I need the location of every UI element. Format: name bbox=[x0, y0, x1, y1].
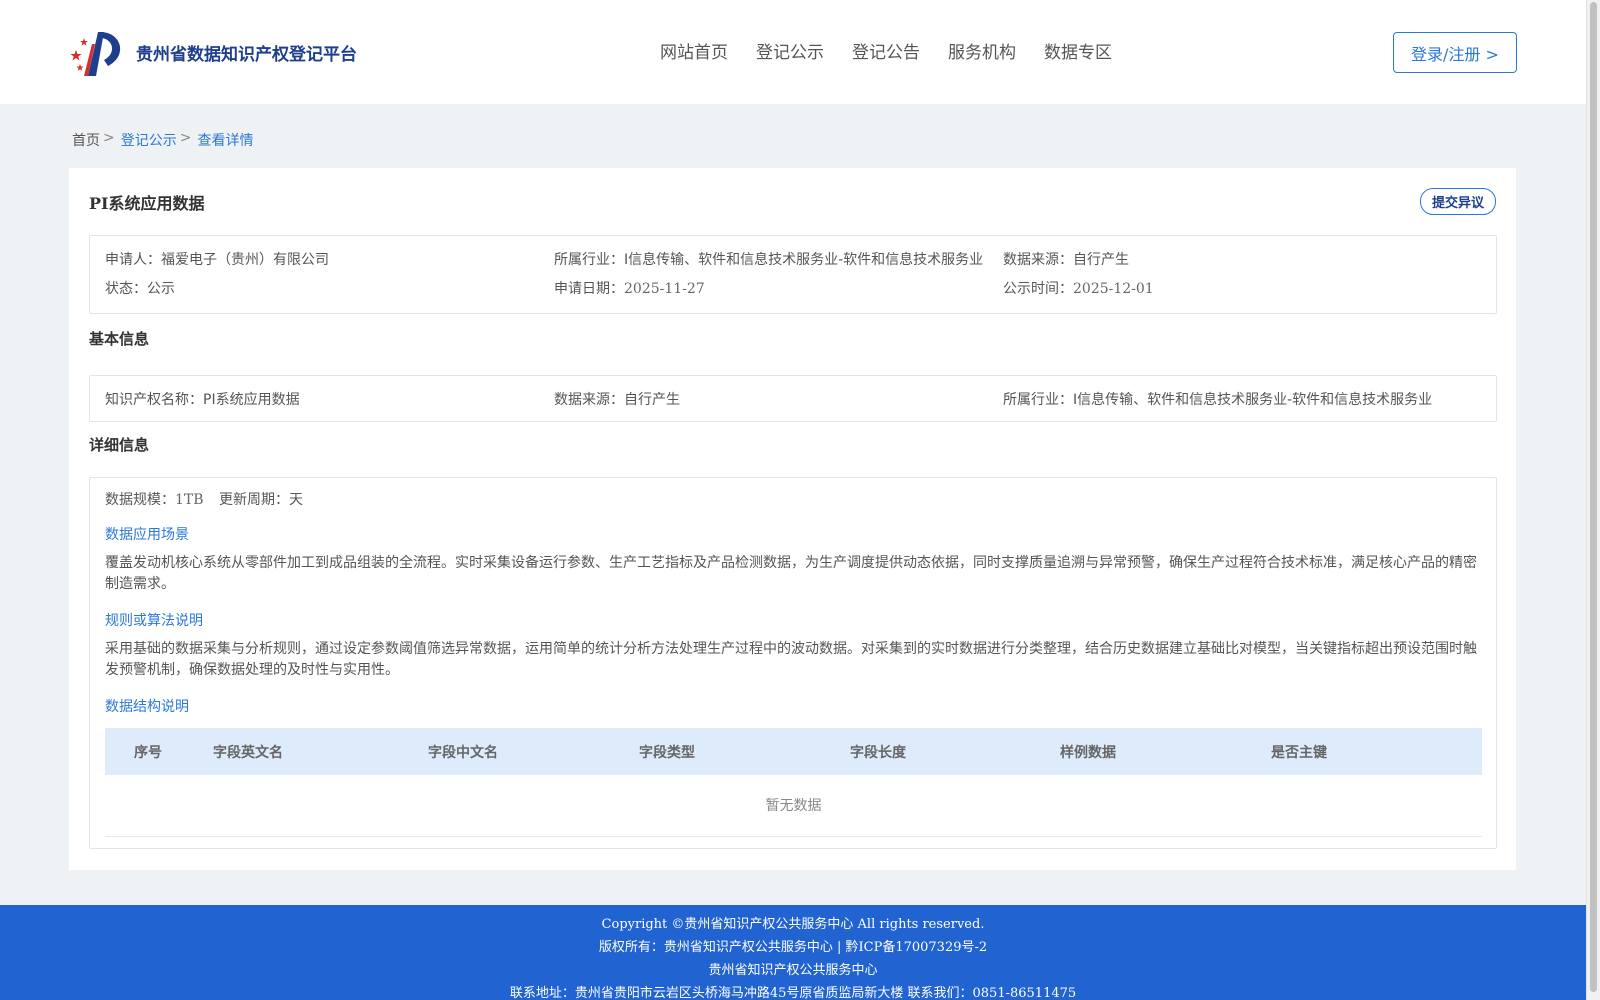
th-field-length: 字段长度 bbox=[850, 744, 906, 761]
basic-industry-value: I信息传输、软件和信息技术服务业-软件和信息技术服务业 bbox=[1073, 392, 1433, 408]
breadcrumb-current: 查看详情 bbox=[197, 133, 254, 149]
th-field-type: 字段类型 bbox=[639, 744, 695, 761]
nav-registration-publicity[interactable]: 登记公示 bbox=[756, 38, 824, 63]
breadcrumb-separator: > bbox=[103, 130, 115, 146]
structure-table-header: 序号 字段英文名 字段中文名 字段类型 字段长度 样例数据 是否主键 bbox=[105, 728, 1482, 775]
ip-name-field: 知识产权名称：PI系统应用数据 bbox=[105, 389, 300, 409]
publish-date-value: 2025-12-01 bbox=[1073, 281, 1154, 297]
site-header: 贵州省数据知识产权登记平台 网站首页 登记公示 登记公告 服务机构 数据专区 登… bbox=[0, 0, 1586, 104]
th-primary-key: 是否主键 bbox=[1271, 744, 1327, 761]
applicant-label: 申请人： bbox=[105, 252, 161, 268]
status-value: 公示 bbox=[147, 281, 175, 297]
footer-owner: 版权所有：贵州省知识产权公共服务中心 | 黔ICP备17007329号-2 bbox=[598, 940, 988, 955]
breadcrumb-publicity[interactable]: 登记公示 bbox=[121, 130, 177, 150]
table-empty-state: 暂无数据 bbox=[105, 775, 1482, 837]
login-register-button[interactable]: 登录/注册 > bbox=[1393, 32, 1517, 73]
status-label: 状态： bbox=[105, 281, 147, 297]
cycle-field: 更新周期：天 bbox=[219, 489, 303, 509]
publish-date-label: 公示时间： bbox=[1003, 281, 1073, 297]
summary-box: 申请人：福爱电子（贵州）有限公司 所属行业：I信息传输、软件和信息技术服务业-软… bbox=[89, 235, 1497, 314]
industry-value: I信息传输、软件和信息技术服务业-软件和信息技术服务业 bbox=[624, 252, 984, 268]
breadcrumb: 首页 > 登记公示 > 查看详情 bbox=[72, 130, 253, 150]
footer-contact: 联系地址：贵州省贵阳市云岩区头桥海马冲路45号原省质监局新大楼 联系我们：085… bbox=[509, 986, 1077, 1000]
basic-info-box: 知识产权名称：PI系统应用数据 数据来源：自行产生 所属行业：I信息传输、软件和… bbox=[89, 375, 1497, 422]
th-field-en: 字段英文名 bbox=[213, 744, 283, 761]
breadcrumb-separator: > bbox=[179, 130, 192, 146]
page-scrollbar[interactable] bbox=[1586, 0, 1600, 1000]
nav-service-agencies[interactable]: 服务机构 bbox=[948, 38, 1016, 63]
ip-name-value: PI系统应用数据 bbox=[203, 392, 300, 408]
industry-field: 所属行业：I信息传输、软件和信息技术服务业-软件和信息技术服务业 bbox=[554, 249, 983, 269]
rules-title: 规则或算法说明 bbox=[105, 613, 203, 629]
scenario-text: 覆盖发动机核心系统从零部件加工到成品组装的全流程。实时采集设备运行参数、生产工艺… bbox=[105, 555, 1477, 592]
ip-name-label: 知识产权名称： bbox=[105, 392, 203, 408]
basic-info-title: 基本信息 bbox=[89, 330, 150, 348]
submit-objection-button[interactable]: 提交异议 bbox=[1420, 188, 1496, 215]
detail-info-title: 详细信息 bbox=[89, 436, 150, 454]
breadcrumb-home[interactable]: 首页 bbox=[72, 130, 100, 150]
cycle-value: 天 bbox=[289, 492, 303, 508]
scale-value: 1TB bbox=[175, 492, 204, 508]
th-sample: 样例数据 bbox=[1060, 744, 1116, 761]
site-footer: Copyright ©贵州省知识产权公共服务中心 All rights rese… bbox=[0, 905, 1586, 1000]
th-field-cn: 字段中文名 bbox=[428, 744, 498, 761]
scale-field: 数据规模：1TB bbox=[105, 489, 204, 509]
source-value: 自行产生 bbox=[1073, 252, 1129, 268]
basic-industry-field: 所属行业：I信息传输、软件和信息技术服务业-软件和信息技术服务业 bbox=[1003, 389, 1432, 409]
publish-date-field: 公示时间：2025-12-01 bbox=[1003, 278, 1154, 298]
scrollbar-thumb[interactable] bbox=[1590, 2, 1597, 992]
detail-info-box: 数据规模：1TB 更新周期：天 数据应用场景 覆盖发动机核心系统从零部件加工到成… bbox=[89, 477, 1497, 849]
basic-industry-label: 所属行业： bbox=[1003, 392, 1073, 408]
site-logo[interactable]: 贵州省数据知识产权登记平台 bbox=[70, 26, 357, 78]
site-title: 贵州省数据知识产权登记平台 bbox=[136, 44, 357, 65]
apply-date-value: 2025-11-27 bbox=[624, 281, 705, 297]
basic-source-label: 数据来源： bbox=[554, 392, 624, 408]
source-label: 数据来源： bbox=[1003, 252, 1073, 268]
source-field: 数据来源：自行产生 bbox=[1003, 249, 1129, 269]
nav-home[interactable]: 网站首页 bbox=[660, 38, 728, 63]
scale-label: 数据规模： bbox=[105, 492, 175, 508]
detail-card: PI系统应用数据 提交异议 申请人：福爱电子（贵州）有限公司 所属行业：I信息传… bbox=[69, 168, 1516, 870]
page-title: PI系统应用数据 bbox=[89, 194, 205, 213]
apply-date-field: 申请日期：2025-11-27 bbox=[554, 278, 705, 298]
basic-source-field: 数据来源：自行产生 bbox=[554, 389, 680, 409]
scenario-title: 数据应用场景 bbox=[105, 527, 189, 543]
applicant-value: 福爱电子（贵州）有限公司 bbox=[161, 252, 329, 268]
nav-registration-announcement[interactable]: 登记公告 bbox=[852, 38, 920, 63]
main-nav: 网站首页 登记公示 登记公告 服务机构 数据专区 bbox=[660, 38, 1140, 63]
structure-title: 数据结构说明 bbox=[105, 699, 189, 715]
footer-org: 贵州省知识产权公共服务中心 bbox=[708, 963, 878, 978]
industry-label: 所属行业： bbox=[554, 252, 624, 268]
ip-logo-icon bbox=[70, 32, 121, 76]
footer-copyright: Copyright ©贵州省知识产权公共服务中心 All rights rese… bbox=[601, 917, 985, 932]
rules-text: 采用基础的数据采集与分析规则，通过设定参数阈值筛选异常数据，运用简单的统计分析方… bbox=[105, 641, 1477, 678]
status-field: 状态：公示 bbox=[105, 278, 175, 298]
th-index: 序号 bbox=[134, 744, 162, 761]
basic-source-value: 自行产生 bbox=[624, 392, 680, 408]
cycle-label: 更新周期： bbox=[219, 492, 289, 508]
applicant-field: 申请人：福爱电子（贵州）有限公司 bbox=[105, 249, 329, 269]
apply-date-label: 申请日期： bbox=[554, 281, 624, 297]
nav-data-zone[interactable]: 数据专区 bbox=[1044, 38, 1112, 63]
